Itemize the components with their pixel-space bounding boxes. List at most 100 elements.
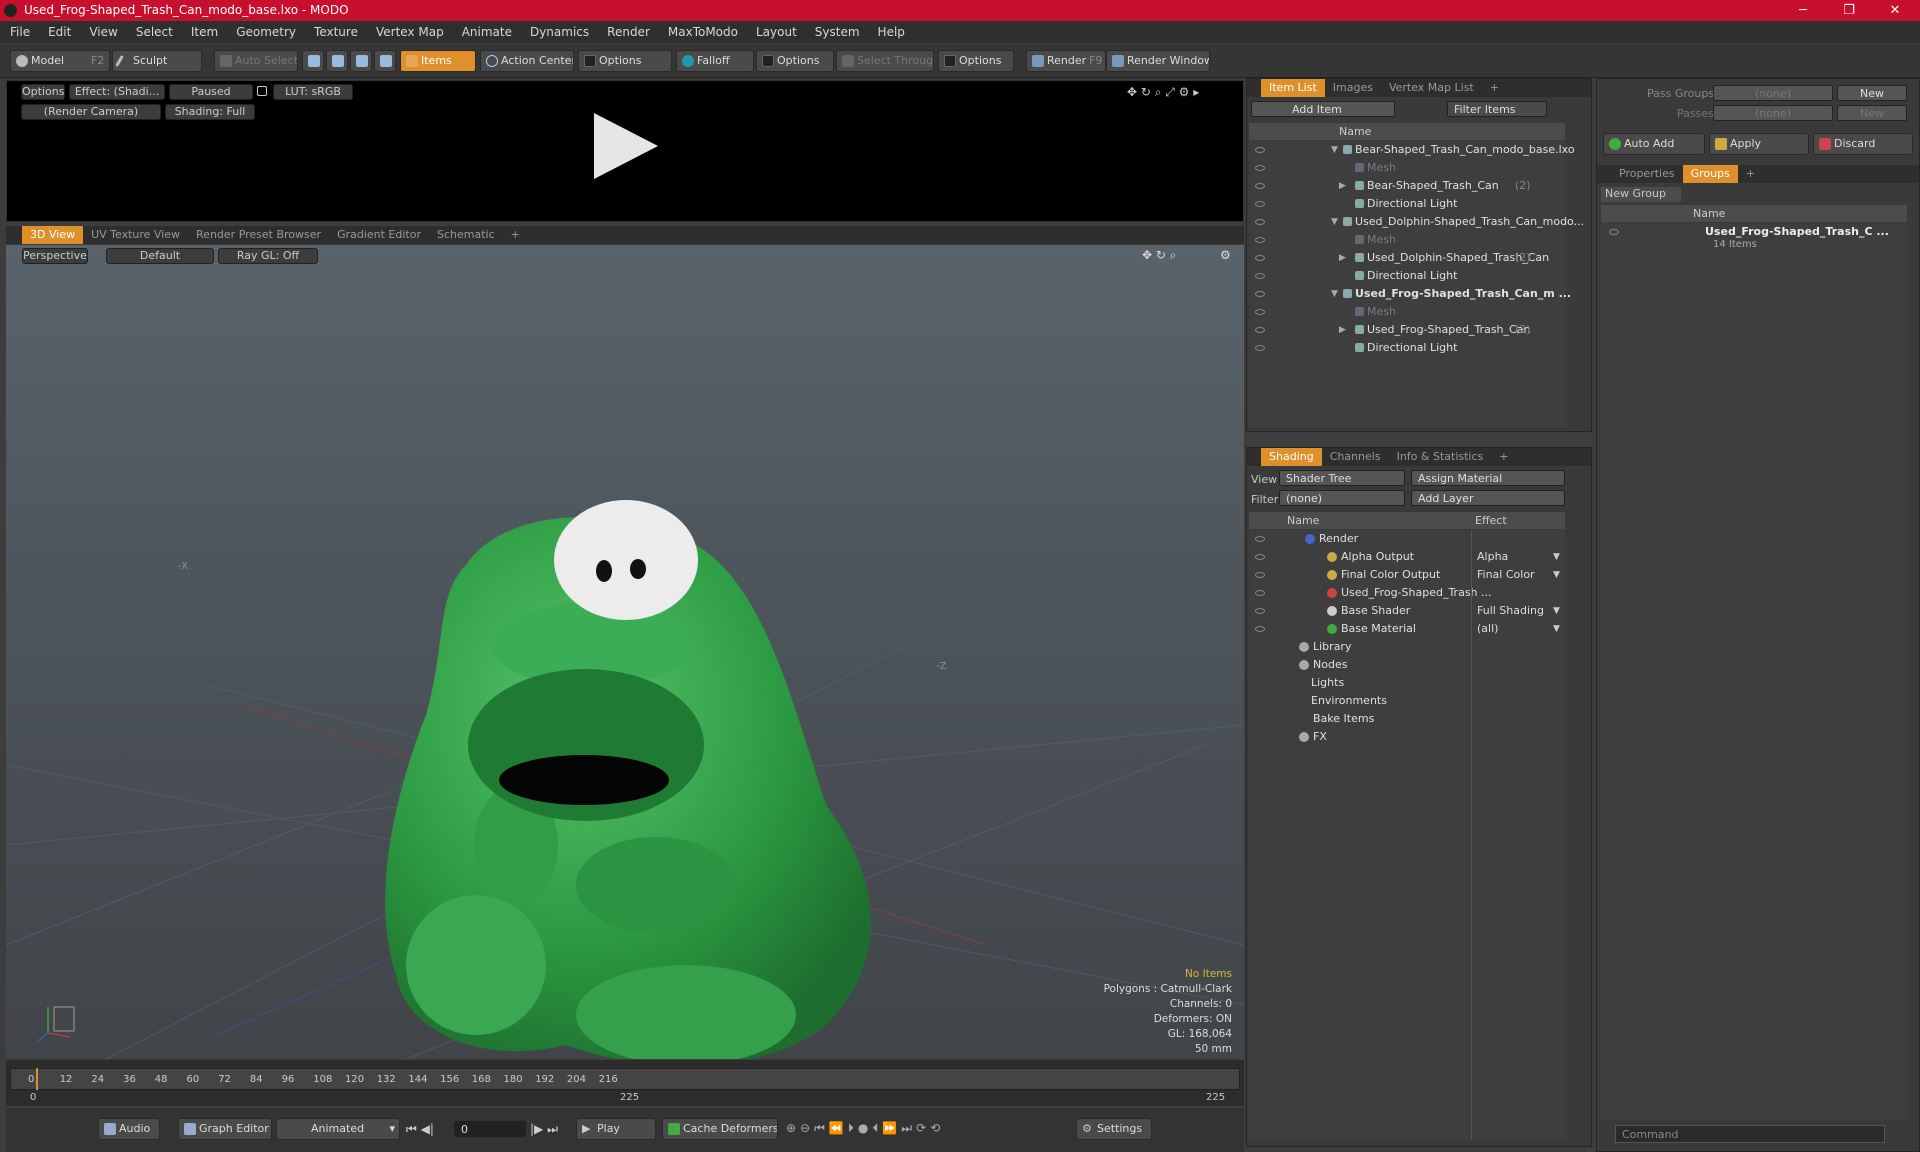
chevron-down-icon[interactable]: ▼ (1553, 620, 1560, 638)
polygons-mode-button[interactable] (350, 50, 372, 72)
audio-button[interactable]: Audio (98, 1118, 160, 1140)
eye-icon[interactable] (1255, 626, 1265, 632)
render-button[interactable]: Render F9 (1026, 50, 1106, 72)
eye-icon[interactable] (1255, 273, 1265, 279)
discard-button[interactable]: Discard (1813, 133, 1913, 155)
apply-button[interactable]: Apply (1709, 133, 1809, 155)
chevron-down-icon[interactable]: ▼ (1553, 548, 1560, 566)
expand-arrow-icon[interactable]: ▼ (1331, 141, 1338, 159)
eye-icon[interactable] (1255, 237, 1265, 243)
eye-icon[interactable] (1255, 201, 1265, 207)
select-through-button[interactable]: Select Through (836, 50, 934, 72)
item-list-row[interactable]: ▶ Used_Dolphin-Shaped_Trash_Can (2) (1249, 249, 1565, 267)
shader-tree-row[interactable]: Render (1249, 530, 1565, 548)
add-item-dropdown[interactable]: Add Item (1251, 101, 1395, 117)
new-pass-group-button[interactable]: New (1837, 85, 1907, 101)
tab-schematic[interactable]: Schematic (429, 226, 503, 244)
eye-icon[interactable] (1255, 554, 1265, 560)
add-layer-dropdown[interactable]: Add Layer (1411, 490, 1565, 506)
3d-viewport[interactable]: -X -Z Perspective Default Ray GL: Off ✥ … (6, 245, 1244, 1059)
shader-effect-dropdown[interactable]: Alpha (1477, 548, 1508, 566)
tab-groups[interactable]: Groups (1682, 165, 1738, 183)
expand-arrow-icon[interactable]: ▼ (1331, 213, 1338, 231)
group-name[interactable]: Used_Frog-Shaped_Trash_C ... (1705, 225, 1889, 238)
tab-gradient-editor[interactable]: Gradient Editor (329, 226, 429, 244)
eye-icon[interactable] (1255, 183, 1265, 189)
passes-dropdown[interactable]: (none) (1713, 105, 1833, 121)
preview-camera-dropdown[interactable]: (Render Camera) (21, 104, 161, 120)
chevron-down-icon[interactable]: ▼ (1553, 602, 1560, 620)
materials-mode-button[interactable] (374, 50, 396, 72)
eye-icon[interactable] (1255, 255, 1265, 261)
tab-item-list[interactable]: Item List (1261, 79, 1325, 97)
menu-item[interactable]: Item (191, 25, 218, 39)
falloff-options-button[interactable]: Options (756, 50, 834, 72)
lock-icon[interactable] (257, 86, 267, 96)
item-list-row[interactable]: Directional Light (1249, 339, 1565, 357)
eye-icon[interactable] (1255, 327, 1265, 333)
item-list-row[interactable]: Directional Light (1249, 195, 1565, 213)
shader-tree-row[interactable]: Lights (1249, 674, 1565, 692)
filter-items-field[interactable]: Filter Items (1447, 101, 1547, 117)
menu-edit[interactable]: Edit (48, 25, 71, 39)
item-list-row[interactable]: Mesh (1249, 303, 1565, 321)
transport-back-icons[interactable]: ⏮ ◀| (406, 1122, 434, 1137)
falloff-button[interactable]: Falloff (676, 50, 754, 72)
render-window-button[interactable]: Render Window (1106, 50, 1210, 72)
expand-arrow-icon[interactable]: ▶ (1339, 249, 1346, 267)
menu-system[interactable]: System (815, 25, 860, 39)
shader-tree-row[interactable]: Nodes (1249, 656, 1565, 674)
perspective-dropdown[interactable]: Perspective (22, 248, 88, 264)
tab-vertex-map-list[interactable]: Vertex Map List (1381, 79, 1482, 97)
chevron-down-icon[interactable]: ▼ (1553, 566, 1560, 584)
shader-tree-row[interactable]: Alpha Output Alpha ▼ (1249, 548, 1565, 566)
preview-nav-icons[interactable]: ✥ ↻ ⌕ ⤢ ⚙ ▸ (1127, 85, 1199, 100)
eye-icon[interactable] (1609, 229, 1619, 235)
item-list-row[interactable]: ▶ Used_Frog-Shaped_Trash_Can (2) (1249, 321, 1565, 339)
vertices-mode-button[interactable] (302, 50, 324, 72)
preview-effect-dropdown[interactable]: Effect: (Shadi... (69, 84, 165, 100)
groups-list[interactable]: Used_Frog-Shaped_Trash_C ... 14 Items (1601, 223, 1907, 1119)
menu-layout[interactable]: Layout (756, 25, 797, 39)
shader-tree-row[interactable]: Base Shader Full Shading ▼ (1249, 602, 1565, 620)
shader-tree-row[interactable]: Used_Frog-Shaped_Trash ... (1249, 584, 1565, 602)
eye-icon[interactable] (1255, 590, 1265, 596)
animated-dropdown[interactable]: Animated ▾ (276, 1118, 400, 1140)
tab-uv-texture-view[interactable]: UV Texture View (83, 226, 188, 244)
maximize-button[interactable]: ❐ (1826, 0, 1872, 21)
play-render-icon[interactable] (594, 113, 658, 179)
cache-deformers-button[interactable]: Cache Deformers (662, 1118, 778, 1140)
shader-tree-row[interactable]: Final Color Output Final Color ▼ (1249, 566, 1565, 584)
eye-icon[interactable] (1255, 147, 1265, 153)
pass-groups-dropdown[interactable]: (none) (1713, 85, 1833, 101)
edges-mode-button[interactable] (326, 50, 348, 72)
menu-dynamics[interactable]: Dynamics (530, 25, 589, 39)
eye-icon[interactable] (1255, 165, 1265, 171)
tab-3d-view[interactable]: 3D View (22, 226, 84, 244)
menu-file[interactable]: File (10, 25, 30, 39)
action-center-options-button[interactable]: Options (578, 50, 672, 72)
play-button[interactable]: ▶ Play (576, 1118, 656, 1140)
menu-texture[interactable]: Texture (314, 25, 358, 39)
shader-effect-dropdown[interactable]: (all) (1477, 620, 1498, 638)
tab-shading[interactable]: Shading (1261, 448, 1322, 466)
item-list-row[interactable]: Directional Light (1249, 267, 1565, 285)
auto-add-button[interactable]: Auto Add (1603, 133, 1705, 155)
shader-tree-row[interactable]: Bake Items (1249, 710, 1565, 728)
menu-vertex-map[interactable]: Vertex Map (376, 25, 444, 39)
close-button[interactable]: ✕ (1872, 0, 1918, 21)
expand-arrow-icon[interactable]: ▶ (1339, 177, 1346, 195)
item-list-row[interactable]: Mesh (1249, 159, 1565, 177)
action-center-button[interactable]: Action Center (480, 50, 574, 72)
sculpt-mode-button[interactable]: Sculpt (112, 50, 202, 72)
items-mode-button[interactable]: Items (400, 50, 476, 72)
key-tools-icons[interactable]: ⊕⊖⏮⏪⏵●⏴⏩⏭⟳⟲ (786, 1121, 944, 1136)
eye-icon[interactable] (1255, 608, 1265, 614)
tab-properties[interactable]: Properties (1611, 165, 1683, 183)
auto-select-button[interactable]: Auto Select (214, 50, 298, 72)
item-list-tree[interactable]: ▼ Bear-Shaped_Trash_Can_modo_base.lxo Mesh… (1249, 141, 1584, 427)
menu-select[interactable]: Select (136, 25, 173, 39)
assign-material-button[interactable]: Assign Material (1411, 470, 1565, 486)
eye-icon[interactable] (1255, 309, 1265, 315)
shader-tree[interactable]: Render Alpha Output Alpha ▼ Final Color Outp… (1249, 530, 1565, 1140)
